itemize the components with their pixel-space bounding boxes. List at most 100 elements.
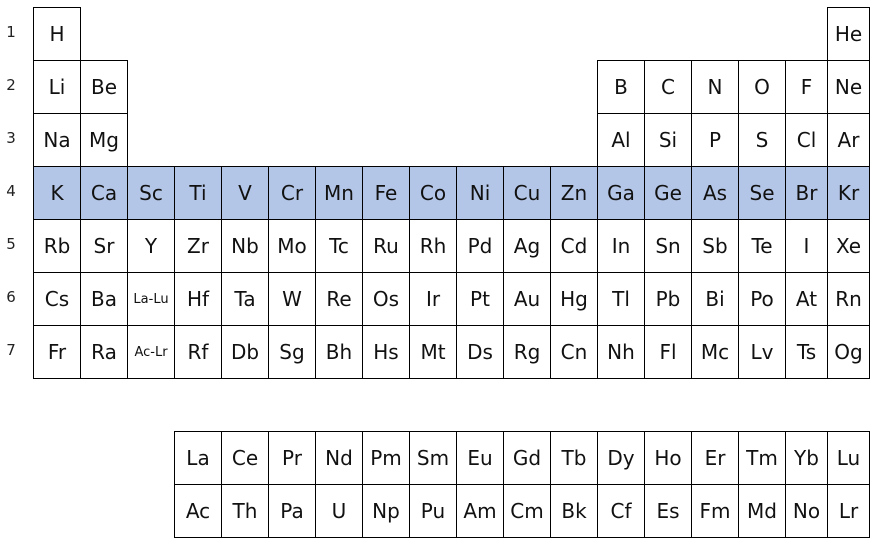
element-cell: Cr xyxy=(268,166,316,220)
element-cell: Na xyxy=(33,113,81,167)
element-cell: Rh xyxy=(409,219,457,273)
element-cell: Ba xyxy=(80,272,128,326)
element-cell: Au xyxy=(503,272,551,326)
element-cell: Cl xyxy=(785,113,828,167)
element-cell: Si xyxy=(644,113,692,167)
f-block-cell: Pa xyxy=(268,484,316,538)
f-block-cell: Gd xyxy=(503,431,551,485)
element-cell: W xyxy=(268,272,316,326)
element-cell: Mg xyxy=(80,113,128,167)
element-cell: Al xyxy=(597,113,645,167)
f-block-cell: Bk xyxy=(550,484,598,538)
f-block-cell: Lr xyxy=(827,484,870,538)
element-cell: F xyxy=(785,60,828,114)
element-cell: La-Lu xyxy=(127,272,175,326)
element-cell: Fr xyxy=(33,325,81,379)
element-cell: Fl xyxy=(644,325,692,379)
element-cell: Cs xyxy=(33,272,81,326)
element-cell: At xyxy=(785,272,828,326)
element-cell: Kr xyxy=(827,166,870,220)
element-cell: Fe xyxy=(362,166,410,220)
f-block-cell: Tm xyxy=(738,431,786,485)
element-cell: Rb xyxy=(33,219,81,273)
f-block-cell: Yb xyxy=(785,431,828,485)
element-cell: Co xyxy=(409,166,457,220)
element-cell: Ca xyxy=(80,166,128,220)
element-cell: Rg xyxy=(503,325,551,379)
element-cell: Ts xyxy=(785,325,828,379)
element-cell: K xyxy=(33,166,81,220)
f-block-cell: Er xyxy=(691,431,739,485)
f-block-cell: Tb xyxy=(550,431,598,485)
element-cell: Hf xyxy=(174,272,222,326)
element-cell: Xe xyxy=(827,219,870,273)
period-label: 3 xyxy=(6,129,16,147)
element-cell: Lv xyxy=(738,325,786,379)
element-cell: Sn xyxy=(644,219,692,273)
f-block-cell: Th xyxy=(221,484,269,538)
element-cell: Ga xyxy=(597,166,645,220)
element-cell: P xyxy=(691,113,739,167)
element-cell: Li xyxy=(33,60,81,114)
element-cell: Be xyxy=(80,60,128,114)
element-cell: Os xyxy=(362,272,410,326)
f-block-cell: Pr xyxy=(268,431,316,485)
f-block-cell: Ce xyxy=(221,431,269,485)
f-block-cell: Dy xyxy=(597,431,645,485)
element-cell: He xyxy=(827,7,870,61)
f-block-cell: Ho xyxy=(644,431,692,485)
f-block-cell: Sm xyxy=(409,431,457,485)
element-cell: Mc xyxy=(691,325,739,379)
element-cell: S xyxy=(738,113,786,167)
element-cell: Og xyxy=(827,325,870,379)
element-cell: Hg xyxy=(550,272,598,326)
element-cell: Ta xyxy=(221,272,269,326)
element-cell: Cu xyxy=(503,166,551,220)
element-cell: Ru xyxy=(362,219,410,273)
f-block-cell: Cm xyxy=(503,484,551,538)
element-cell: C xyxy=(644,60,692,114)
element-cell: Y xyxy=(127,219,175,273)
element-cell: Rf xyxy=(174,325,222,379)
element-cell: Rn xyxy=(827,272,870,326)
f-block-cell: La xyxy=(174,431,222,485)
element-cell: Pd xyxy=(456,219,504,273)
f-block-cell: Ac xyxy=(174,484,222,538)
element-cell: As xyxy=(691,166,739,220)
element-cell: Ac-Lr xyxy=(127,325,175,379)
period-label: 7 xyxy=(6,341,16,359)
element-cell: In xyxy=(597,219,645,273)
element-cell: B xyxy=(597,60,645,114)
element-cell: Pt xyxy=(456,272,504,326)
f-block-cell: Cf xyxy=(597,484,645,538)
element-cell: Ni xyxy=(456,166,504,220)
element-cell: Sb xyxy=(691,219,739,273)
period-label: 2 xyxy=(6,76,16,94)
element-cell: Nh xyxy=(597,325,645,379)
element-cell: Db xyxy=(221,325,269,379)
period-label: 6 xyxy=(6,288,16,306)
element-cell: Cn xyxy=(550,325,598,379)
element-cell: Zn xyxy=(550,166,598,220)
element-cell: Bh xyxy=(315,325,363,379)
f-block-cell: Fm xyxy=(691,484,739,538)
element-cell: Ti xyxy=(174,166,222,220)
element-cell: Cd xyxy=(550,219,598,273)
element-cell: Ra xyxy=(80,325,128,379)
element-cell: Mt xyxy=(409,325,457,379)
element-cell: Sr xyxy=(80,219,128,273)
element-cell: Ir xyxy=(409,272,457,326)
f-block-cell: Pm xyxy=(362,431,410,485)
f-block-cell: Pu xyxy=(409,484,457,538)
element-cell: Ds xyxy=(456,325,504,379)
element-cell: O xyxy=(738,60,786,114)
element-cell: Zr xyxy=(174,219,222,273)
f-block-cell: Np xyxy=(362,484,410,538)
element-cell: Tl xyxy=(597,272,645,326)
element-cell: Ag xyxy=(503,219,551,273)
element-cell: N xyxy=(691,60,739,114)
element-cell: I xyxy=(785,219,828,273)
element-cell: Mo xyxy=(268,219,316,273)
element-cell: Tc xyxy=(315,219,363,273)
element-cell: Ge xyxy=(644,166,692,220)
